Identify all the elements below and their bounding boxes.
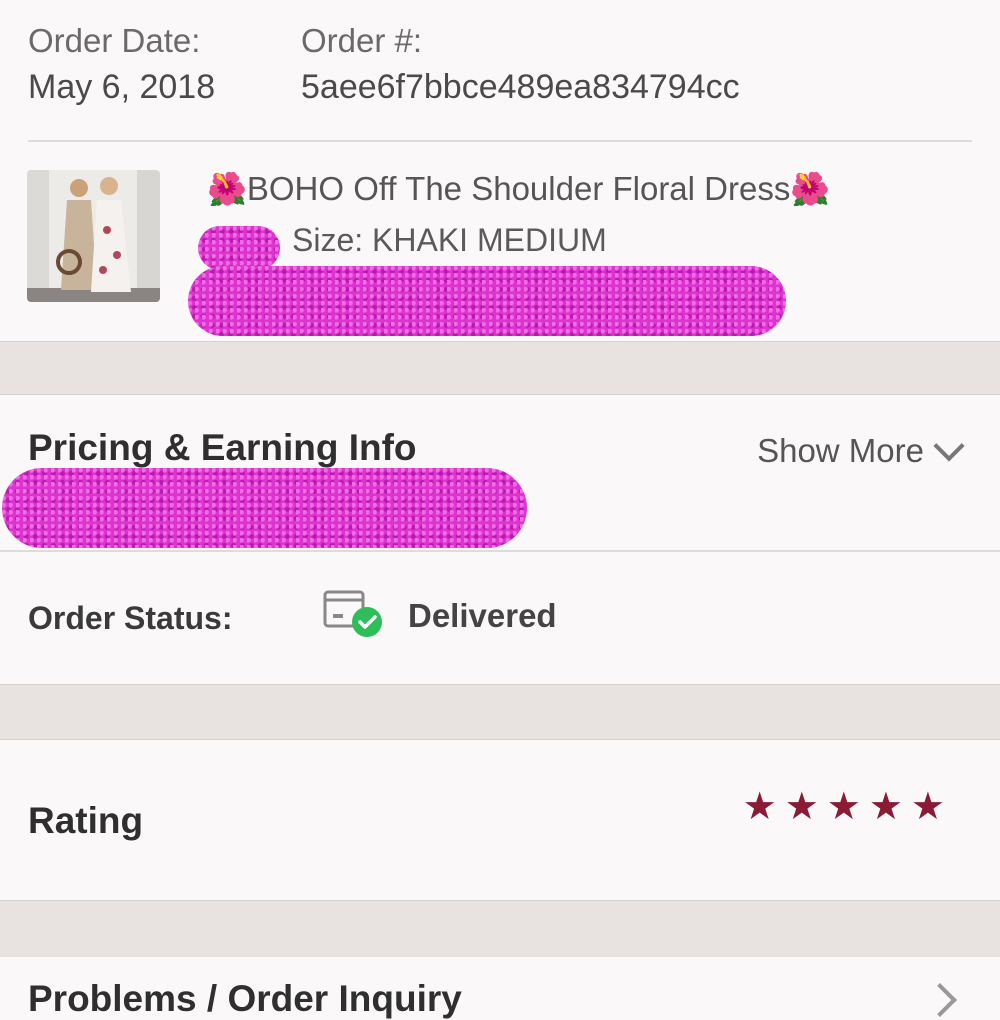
- redaction-scribble: [198, 226, 280, 270]
- chevron-down-icon: [933, 430, 965, 462]
- show-more-button[interactable]: Show More: [757, 430, 965, 470]
- product-size: Size: KHAKI MEDIUM: [292, 222, 607, 258]
- star-icon: ★: [868, 786, 903, 828]
- section-separator: [0, 684, 1000, 740]
- hibiscus-icon: 🌺: [207, 171, 247, 207]
- redaction-scribble: [188, 266, 786, 336]
- order-header: Order Date: May 6, 2018 Order #: 5aee6f7…: [0, 0, 1000, 340]
- star-icon: ★: [784, 786, 819, 828]
- order-number-label: Order #:: [301, 22, 423, 59]
- order-number-value: 5aee6f7bbce489ea834794cc: [301, 68, 740, 106]
- problems-inquiry-label[interactable]: Problems / Order Inquiry: [28, 978, 462, 1020]
- order-status-value: Delivered: [408, 597, 557, 634]
- rating-label: Rating: [28, 800, 144, 841]
- section-separator: [0, 900, 1000, 958]
- rating-stars: ★ ★ ★ ★ ★: [743, 788, 945, 826]
- order-date-label: Order Date:: [28, 22, 201, 59]
- section-separator: [0, 341, 1000, 395]
- star-icon: ★: [910, 786, 945, 828]
- redaction-scribble: [2, 468, 527, 548]
- package-delivered-icon: [323, 588, 385, 640]
- divider: [28, 140, 972, 142]
- show-more-label: Show More: [757, 432, 924, 469]
- order-date-value: May 6, 2018: [28, 68, 216, 106]
- order-status-label: Order Status:: [28, 600, 233, 636]
- product-thumbnail[interactable]: [27, 170, 160, 302]
- product-title-text: BOHO Off The Shoulder Floral Dress: [246, 170, 791, 207]
- pricing-heading: Pricing & Earning Info: [28, 427, 417, 468]
- star-icon: ★: [826, 786, 861, 828]
- star-icon: ★: [742, 786, 777, 828]
- hibiscus-icon: 🌺: [790, 171, 831, 207]
- product-title[interactable]: 🌺BOHO Off The Shoulder Floral Dress🌺: [207, 170, 830, 208]
